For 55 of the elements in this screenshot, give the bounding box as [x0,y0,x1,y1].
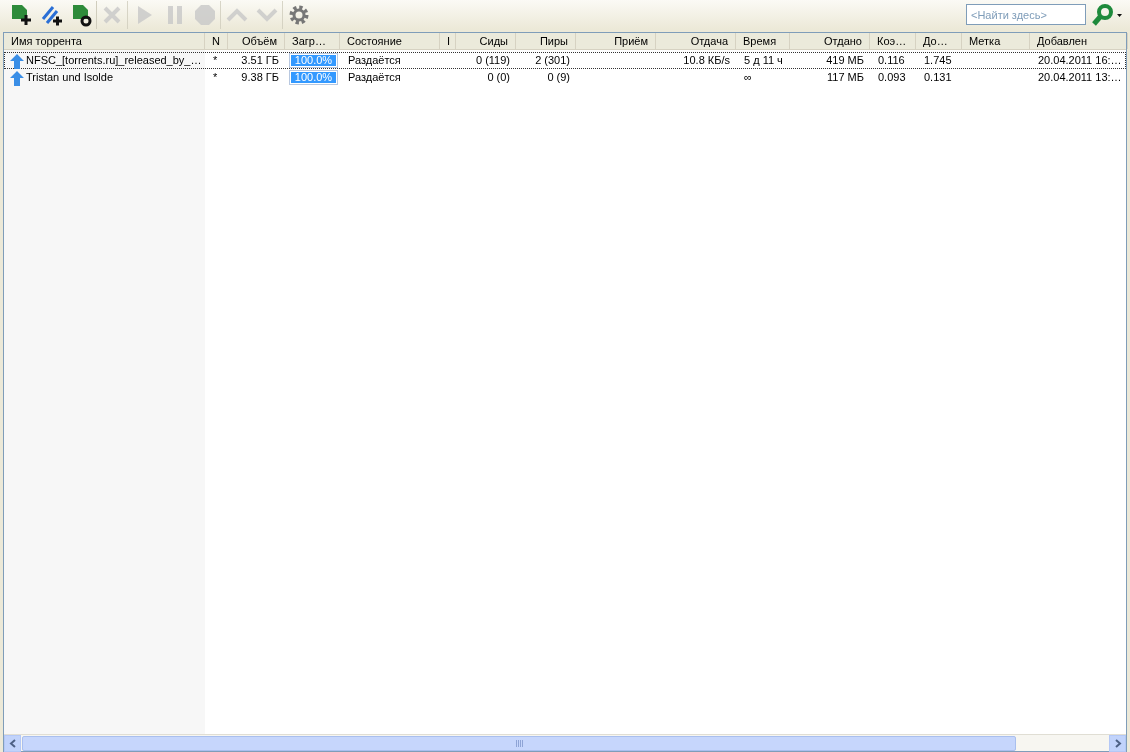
search-field[interactable]: <Найти здесь> [966,4,1086,25]
torrent-name: Tristan und Isolde [26,70,114,86]
table-cell: * [213,54,218,67]
table-cell: 1.745 [924,54,952,67]
upload-arrow-icon [9,69,25,86]
column-header[interactable]: Имя торрента [4,33,205,49]
column-header[interactable]: Приём [576,33,656,49]
table-cell: 2 (301) [535,54,570,67]
progress-text: 100.0% [293,71,334,84]
column-header[interactable]: Состояние [340,33,440,49]
column-header[interactable]: Пиры [516,33,576,49]
chevron-left-icon [8,739,17,748]
grip-icon [515,740,523,747]
torrent-row[interactable]: NFSC_[torrents.ru]_released_by_… * 3.51 ГБ 100.0% Раздаётся 0 (119) 2 (301) 10.8 КБ/s 5 д 11 ч 419 МБ 0.116 1.745 20.04.2011 16:… [4,52,1126,69]
table-cell: 0 (9) [547,71,570,84]
table-cell: 0.116 [878,54,905,67]
search-icon [1090,2,1124,27]
table-cell: 20.04.2011 16:… [1038,54,1122,67]
table-cell: 5 д 11 ч [744,54,783,67]
search-button[interactable] [1090,2,1124,27]
table-cell: ∞ [744,71,752,84]
column-header[interactable]: N [205,33,228,49]
table-cell: Раздаётся [348,54,401,67]
table-cell: * [213,71,218,84]
column-header[interactable]: Отдано [790,33,870,49]
chevron-right-icon [1113,739,1122,748]
column-header[interactable]: Загр… [285,33,340,49]
table-cell: Раздаётся [348,71,401,84]
table-cell: 0.093 [878,71,906,84]
torrent-name: NFSC_[torrents.ru]_released_by_… [26,53,202,69]
column-header[interactable]: Добавлен [1030,33,1128,49]
table-cell: 3.51 ГБ [241,54,279,67]
scroll-right-button[interactable] [1109,735,1126,752]
upload-arrow-icon [9,52,25,69]
table-cell: 419 МБ [826,54,864,67]
column-header[interactable]: Время [736,33,790,49]
table-cell: 0 (119) [475,54,510,67]
table-cell: 117 МБ [827,71,864,84]
scroll-thumb[interactable] [22,736,1016,751]
table-cell: 10.8 КБ/s [683,54,730,67]
table-cell: 0.131 [924,71,952,84]
column-header[interactable]: I [440,33,456,49]
column-header[interactable]: Коэ… [870,33,916,49]
column-header[interactable]: Сиды [456,33,516,49]
column-header[interactable]: До… [916,33,962,49]
column-header[interactable]: Отдача [656,33,736,49]
progress-text: 100.0% [293,54,334,67]
scroll-left-button[interactable] [4,735,21,752]
column-header[interactable]: Объём [228,33,285,49]
column-header[interactable]: Метка [962,33,1030,49]
stop-icon [193,2,217,27]
table-cell: 9.38 ГБ [241,71,279,84]
torrent-row[interactable]: Tristan und Isolde * 9.38 ГБ 100.0% Раздаётся 0 (0) 0 (9) ∞ 117 МБ 0.093 0.131 20.04.2011 13:… [4,69,1126,86]
table-cell: 20.04.2011 13:… [1038,71,1122,84]
table-cell: 0 (0) [487,71,510,84]
